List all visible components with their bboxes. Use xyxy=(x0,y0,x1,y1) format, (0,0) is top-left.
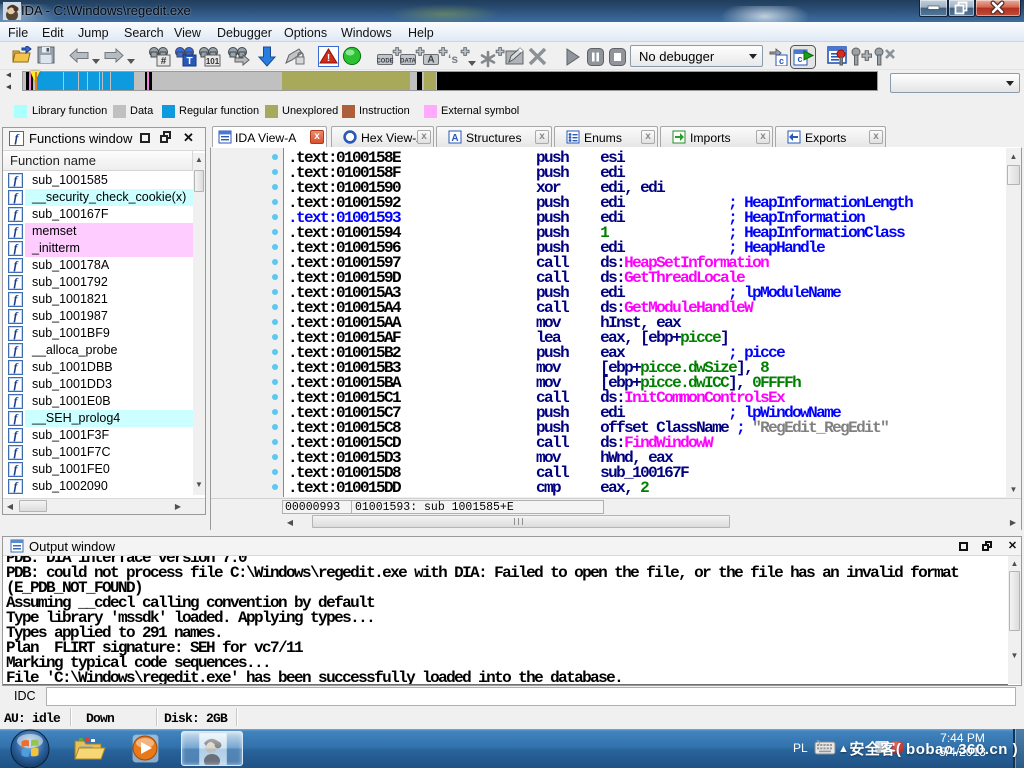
svg-text:101: 101 xyxy=(206,57,220,66)
svg-text:!: ! xyxy=(327,53,330,64)
svg-text:‘s: ‘s xyxy=(448,52,458,66)
svg-text:CODE: CODE xyxy=(377,59,394,65)
svg-text:T: T xyxy=(186,56,192,67)
svg-text:c: c xyxy=(779,56,784,66)
svg-text:c: c xyxy=(797,54,802,64)
svg-text:A: A xyxy=(451,133,458,144)
svg-text:DATA: DATA xyxy=(400,59,416,65)
svg-text:#: # xyxy=(161,56,167,67)
svg-text:A: A xyxy=(427,55,434,66)
